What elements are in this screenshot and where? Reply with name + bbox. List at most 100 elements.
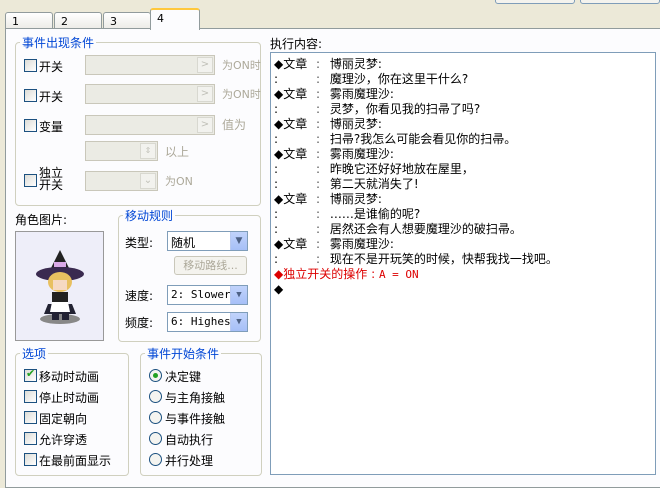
trigger-label: 决定键: [165, 370, 202, 384]
top-button-2[interactable]: [580, 0, 660, 4]
tab-2[interactable]: 2: [54, 12, 102, 29]
option-label: 在最前面显示: [39, 454, 112, 468]
switch1-checkbox[interactable]: [24, 59, 37, 72]
speed-select[interactable]: 2: Slower ▼: [167, 285, 248, 305]
tab-3[interactable]: 3: [103, 12, 151, 29]
trigger-radio[interactable]: [149, 453, 162, 466]
command-text: A = ON: [378, 268, 419, 281]
command-head: :: [274, 252, 279, 266]
trigger-radio[interactable]: [149, 390, 162, 403]
freq-label: 频度:: [125, 316, 154, 330]
option-checkbox[interactable]: [24, 453, 37, 466]
command-sep: :: [316, 222, 321, 236]
command-line[interactable]: :: ……是谁偷的呢?: [274, 207, 420, 222]
variable-checkbox[interactable]: [24, 119, 37, 132]
command-head: ◆文章: [274, 147, 308, 161]
command-sep: :: [316, 102, 321, 116]
option-checkbox[interactable]: [24, 411, 37, 424]
command-line[interactable]: :: 魔理沙，你在这里干什么?: [274, 72, 468, 87]
chevron-right-icon: >: [197, 86, 213, 102]
command-line-empty[interactable]: ◆: [274, 282, 283, 297]
move-route-button: 移动路线...: [174, 256, 247, 275]
chevron-down-icon: ⌄: [140, 173, 156, 189]
command-head: :: [274, 132, 279, 146]
command-line[interactable]: :: 现在不是开玩笑的时候，快帮我找一找吧。: [274, 252, 558, 267]
command-line[interactable]: ◆文章: 博丽灵梦:: [274, 117, 382, 132]
self-switch-suffix: 为ON: [165, 175, 193, 188]
command-line[interactable]: ◆文章: 博丽灵梦:: [274, 192, 382, 207]
command-text: 博丽灵梦:: [329, 117, 382, 131]
command-line[interactable]: ◆文章: 博丽灵梦:: [274, 57, 382, 72]
command-line[interactable]: ◆文章: 雾雨魔理沙:: [274, 147, 394, 162]
option-label: 停止时动画: [39, 391, 100, 405]
character-sprite-icon: [36, 250, 84, 324]
options-title: 选项: [22, 347, 47, 361]
command-sep: :: [316, 132, 321, 146]
command-head: ◆文章: [274, 57, 308, 71]
command-line[interactable]: :: 昨晚它还好好地放在屋里，: [274, 162, 474, 177]
variable-min-suffix: 以上: [165, 145, 190, 159]
command-head: :: [274, 102, 279, 116]
movement-title: 移动规则: [125, 209, 174, 223]
character-graphic[interactable]: [15, 231, 104, 341]
type-label: 类型:: [125, 236, 154, 250]
graphic-label: 角色图片:: [15, 213, 68, 227]
trigger-label: 并行处理: [165, 454, 214, 468]
command-sep: :: [316, 252, 321, 266]
option-checkbox[interactable]: [24, 432, 37, 445]
command-line[interactable]: :: 居然还会有人想要魔理沙的破扫帚。: [274, 222, 522, 237]
command-head: :: [274, 162, 279, 176]
command-sep: :: [316, 162, 321, 176]
freq-select[interactable]: 6: Highest ▼: [167, 312, 248, 332]
top-button-1[interactable]: [495, 0, 575, 4]
command-text: 灵梦，你看见我的扫帚了吗?: [329, 102, 481, 116]
self-switch-select: ⌄: [85, 171, 158, 191]
command-line[interactable]: ◆文章: 雾雨魔理沙:: [274, 87, 394, 102]
command-text: 雾雨魔理沙:: [329, 87, 394, 101]
command-line[interactable]: :: 扫帚?我怎么可能会看见你的扫帚。: [274, 132, 516, 147]
chevron-right-icon: >: [197, 117, 213, 133]
option-checkbox[interactable]: [24, 390, 37, 403]
command-list[interactable]: ◆文章: 博丽灵梦::: 魔理沙，你在这里干什么? ◆文章: 雾雨魔理沙::: 灵…: [270, 52, 656, 475]
trigger-radio[interactable]: [149, 411, 162, 424]
command-line[interactable]: :: 第二天就消失了!: [274, 177, 419, 192]
trigger-label: 与事件接触: [165, 412, 226, 426]
variable-suffix: 值为: [222, 118, 247, 132]
command-head: ◆: [274, 282, 284, 296]
trigger-label: 自动执行: [165, 433, 214, 447]
command-text: 第二天就消失了!: [329, 177, 419, 191]
option-label: 允许穿透: [39, 433, 88, 447]
trigger-radio[interactable]: [149, 369, 162, 382]
switch2-checkbox[interactable]: [24, 89, 37, 102]
switch2-field: >: [85, 84, 215, 104]
command-sep: :: [316, 57, 321, 71]
command-sep: :: [316, 192, 321, 206]
type-select[interactable]: 随机 ▼: [167, 231, 248, 251]
tab-1[interactable]: 1: [5, 12, 53, 29]
chevron-down-icon: ▼: [230, 232, 247, 250]
command-sep: :: [371, 267, 376, 281]
self-switch-label-2: 开关: [39, 178, 64, 192]
self-switch-label: 独立 开关: [39, 167, 63, 191]
command-line-self-switch[interactable]: ◆独立开关的操作 : A = ON: [274, 267, 419, 282]
switch1-field: >: [85, 55, 215, 75]
command-text: 昨晚它还好好地放在屋里，: [329, 162, 474, 176]
self-switch-checkbox[interactable]: [24, 174, 37, 187]
option-checkbox[interactable]: [24, 367, 37, 382]
command-head: :: [274, 177, 279, 191]
command-sep: :: [316, 207, 321, 221]
trigger-radio[interactable]: [149, 432, 162, 445]
trigger-title: 事件开始条件: [147, 347, 220, 361]
freq-value: 6: Highest: [171, 315, 238, 328]
command-sep: :: [316, 237, 321, 251]
command-line[interactable]: :: 灵梦，你看见我的扫帚了吗?: [274, 102, 480, 117]
command-line[interactable]: ◆文章: 雾雨魔理沙:: [274, 237, 394, 252]
command-head: ◆文章: [274, 87, 308, 101]
trigger-label: 与主角接触: [165, 391, 226, 405]
command-head: :: [274, 207, 279, 221]
command-text: 魔理沙，你在这里干什么?: [329, 72, 469, 86]
command-sep: :: [316, 117, 321, 131]
option-label: 移动时动画: [39, 370, 100, 384]
command-head: ◆文章: [274, 117, 308, 131]
tab-4[interactable]: 4: [150, 8, 200, 30]
